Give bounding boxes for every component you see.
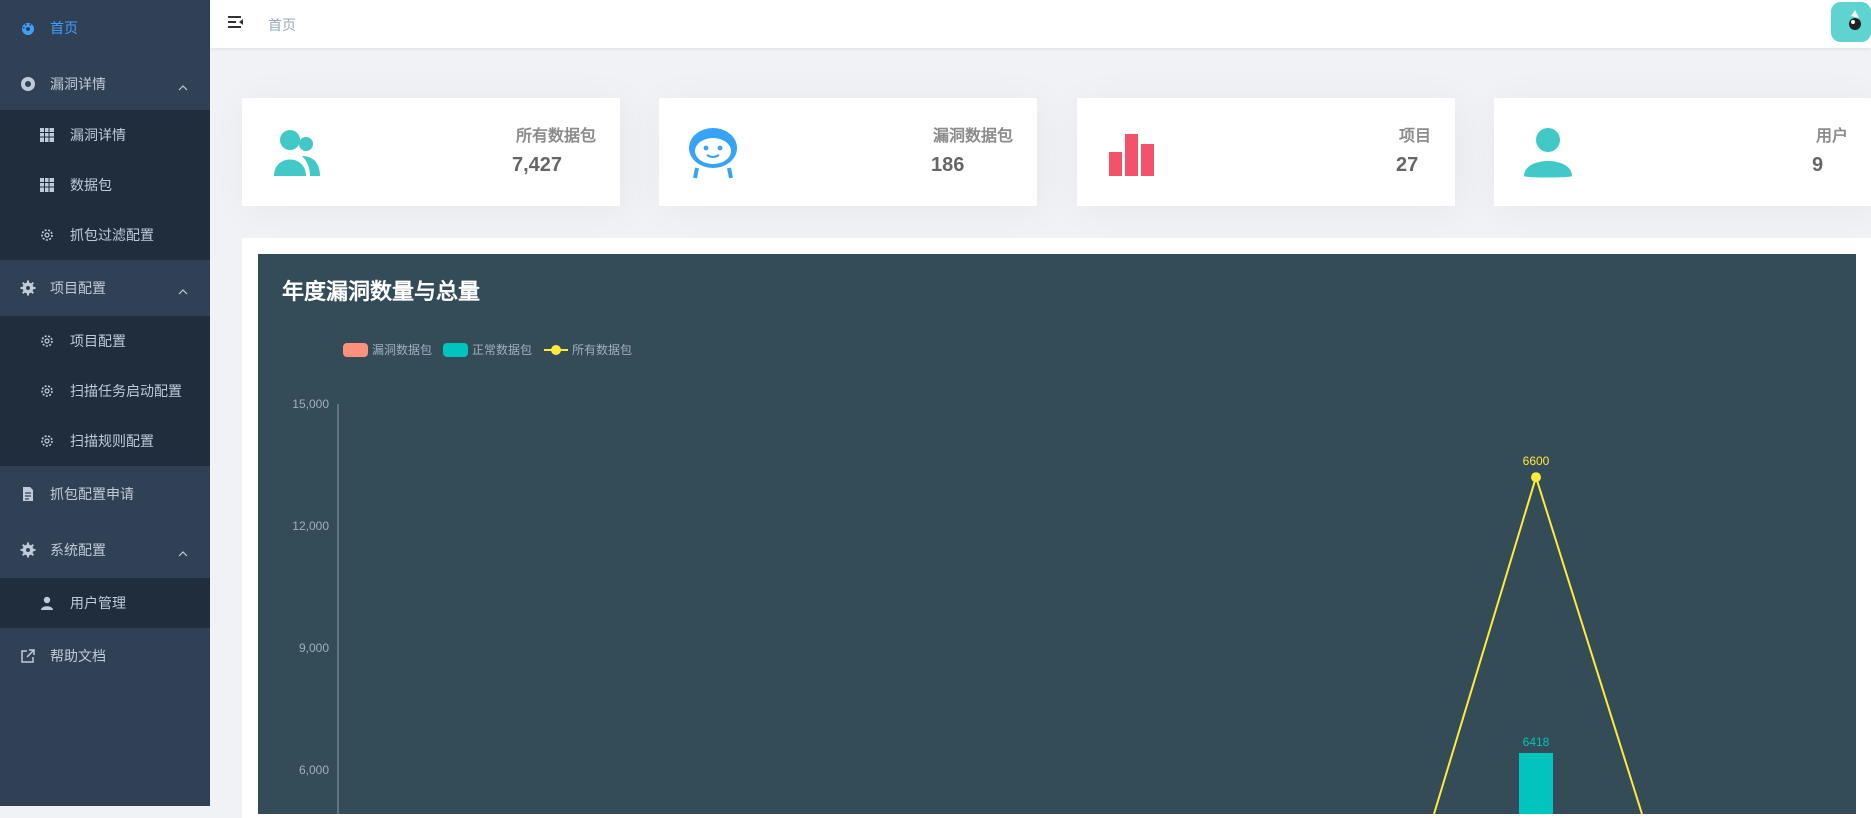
sidebar-item-label: 帮助文档 [50,648,106,664]
legend-label-all[interactable]: 所有数据包 [572,342,632,357]
sidebar-item-label: 抓包过滤配置 [70,227,154,243]
external-link-icon [20,648,36,664]
sidebar-group-vuln[interactable]: 漏洞详情 [0,56,210,112]
sidebar: 首页 漏洞详情 漏洞详情 数据包 抓包过滤配置 项目配置 项目配置 扫描任务启动… [0,0,210,806]
gear-icon [40,434,54,448]
sidebar-item-scan-rules[interactable]: 扫描规则配置 [0,416,210,466]
sidebar-item-label: 数据包 [70,177,112,193]
card-value: 9 [1812,154,1824,176]
y-axis-ticks: 15,000 12,000 9,000 6,000 [292,397,329,777]
sidebar-item-scan-task[interactable]: 扫描任务启动配置 [0,366,210,416]
panel-card-all-packets[interactable]: 所有数据包 7,427 [242,98,620,206]
chart-svg: 漏洞数据包 正常数据包 所有数据包 15,000 12,000 9,000 6,000… [292,342,1643,814]
gear-icon [20,542,36,558]
chevron-up-icon [178,78,188,94]
legend-marker-all[interactable] [551,345,561,355]
breadcrumb[interactable]: 首页 [268,15,296,35]
card-label: 漏洞数据包 [932,128,1013,145]
gear-icon [40,334,54,348]
sidebar-item-label: 抓包配置申请 [50,486,134,502]
legend-swatch-normal[interactable] [443,343,468,357]
bar-chart-icon [1101,122,1161,182]
sidebar-item-packets[interactable]: 数据包 [0,160,210,210]
peoples-icon [266,122,326,182]
sidebar-item-label: 漏洞详情 [50,76,106,92]
user-icon [1518,122,1578,182]
legend-swatch-vuln[interactable] [343,343,368,357]
sidebar-group-project[interactable]: 项目配置 [0,260,210,316]
submenu-vuln: 漏洞详情 数据包 抓包过滤配置 [0,110,210,260]
circle-icon [20,76,36,92]
sidebar-item-user-management[interactable]: 用户管理 [0,578,210,628]
bar-normal-packets[interactable] [1519,753,1553,814]
card-value: 27 [1396,154,1419,176]
table-icon [40,128,54,142]
sidebar-item-capture-apply[interactable]: 抓包配置申请 [0,466,210,522]
navbar: 首页 [210,0,1871,48]
robot-face-icon [683,122,743,182]
sidebar-item-capture-filter[interactable]: 抓包过滤配置 [0,210,210,260]
avatar[interactable] [1831,2,1871,42]
sidebar-item-label: 用户管理 [70,595,126,611]
dashboard-icon [20,20,36,36]
card-value: 186 [931,154,965,176]
sidebar-item-help[interactable]: 帮助文档 [0,628,210,684]
document-icon [20,486,36,502]
card-label: 项目 [1398,128,1431,145]
y-tick-label: 12,000 [292,519,329,533]
sidebar-item-label: 项目配置 [70,333,126,349]
chart-title: 年度漏洞数量与总量 [282,279,481,304]
bar-data-label: 6418 [1523,735,1550,749]
hamburger-icon[interactable] [226,13,246,33]
sidebar-item-project-config[interactable]: 项目配置 [0,316,210,366]
sidebar-item-label: 扫描规则配置 [70,433,154,449]
sidebar-item-home[interactable]: 首页 [0,0,210,56]
line-data-label: 6600 [1523,454,1550,468]
chart-marks: 6418 6600 [1433,454,1643,814]
sidebar-item-label: 首页 [50,20,78,36]
line-point-all-packets[interactable] [1531,472,1541,483]
gear-icon [20,280,36,296]
y-tick-label: 6,000 [299,763,329,777]
sidebar-item-label: 项目配置 [50,280,106,296]
submenu-project: 项目配置 扫描任务启动配置 扫描规则配置 [0,316,210,466]
panel-card-projects[interactable]: 项目 27 [1077,98,1455,206]
chart-legend: 漏洞数据包 正常数据包 所有数据包 [343,342,632,357]
card-label: 用户 [1815,128,1848,145]
gear-icon [40,384,54,398]
legend-label-normal[interactable]: 正常数据包 [472,342,532,357]
submenu-system: 用户管理 [0,578,210,628]
card-value: 7,427 [512,154,563,176]
chart-panel: 漏洞数据包 正常数据包 所有数据包 15,000 12,000 9,000 6,000… [258,254,1856,814]
table-icon [40,178,54,192]
sidebar-item-label: 扫描任务启动配置 [70,383,182,399]
panel-card-vuln-packets[interactable]: 漏洞数据包 186 [659,98,1037,206]
chevron-up-icon [178,544,188,560]
sidebar-item-vuln-detail[interactable]: 漏洞详情 [0,110,210,160]
user-icon [40,596,54,610]
sidebar-group-system[interactable]: 系统配置 [0,522,210,578]
chevron-up-icon [178,282,188,298]
sidebar-item-label: 系统配置 [50,542,106,558]
sidebar-item-label: 漏洞详情 [70,127,126,143]
legend-label-vuln[interactable]: 漏洞数据包 [372,342,432,357]
gear-icon [40,228,54,242]
panel-card-users[interactable]: 用户 9 [1494,98,1871,206]
y-tick-label: 15,000 [292,397,329,411]
card-label: 所有数据包 [515,128,596,145]
y-tick-label: 9,000 [299,641,329,655]
